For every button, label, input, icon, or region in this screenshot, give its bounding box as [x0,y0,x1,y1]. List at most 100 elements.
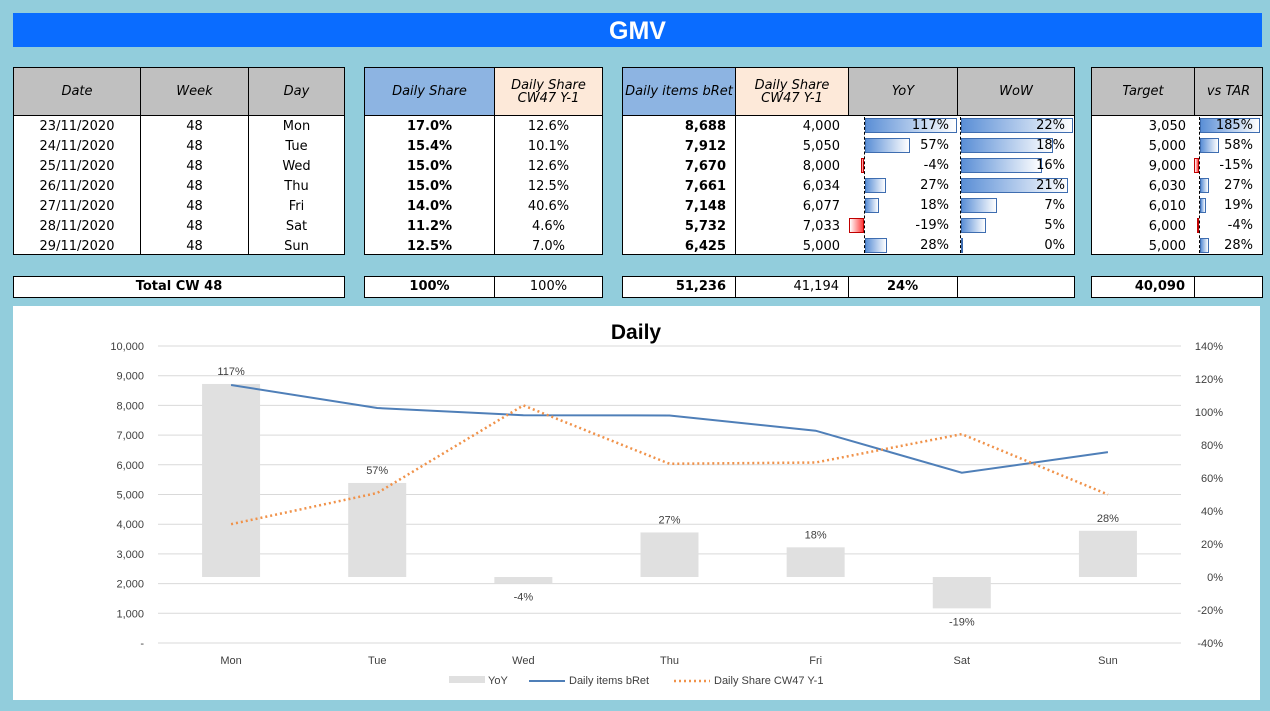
table-cell: 5,000 [1148,239,1186,254]
table-cell: Sat [285,219,308,234]
header-week: Week [141,68,249,116]
table-cell: 4.6% [531,219,566,234]
data-bar-cell: 0% [958,236,1074,256]
data-bar-cell: 185% [1195,116,1262,136]
total-vs-tar [1195,277,1262,297]
category-label: Mon [220,655,241,667]
yoy-bar [786,547,845,577]
data-bar-cell: 5% [958,216,1074,236]
right-tick-label: 60% [1201,473,1223,485]
yoy-bar [494,577,553,584]
data-bar-cell: 27% [1195,176,1262,196]
table-cell: 48 [186,199,203,214]
table-cell: 15.0% [406,179,453,194]
data-bar-cell: 7% [958,196,1074,216]
right-tick-label: -20% [1197,605,1223,617]
yoy-bar [348,482,407,577]
yoy-bar-label: -4% [514,592,534,604]
data-bar-cell: 27% [849,176,958,196]
positive-data-bar [961,238,963,253]
right-tick-label: 140% [1195,341,1223,353]
right-tick-label: 0% [1207,572,1223,584]
data-bar-value: 5% [1044,218,1065,233]
data-bar-value: 58% [1224,138,1253,153]
right-tick-label: 20% [1201,539,1223,551]
right-tick-label: 100% [1195,407,1223,419]
data-bar-value: 27% [1224,178,1253,193]
table-cell: 10.1% [527,139,570,154]
data-bar-cell: 28% [849,236,958,256]
header-line-2: CW47 Y-1 [517,90,580,106]
header-target: Target [1092,68,1195,116]
left-tick-label: 6,000 [116,460,144,472]
daily-chart-svg: Daily 117% 57% -4% 27% 18% -19% 28% 10,000 9,00… [110,321,1223,687]
positive-data-bar [961,198,997,213]
table-cell: 12.6% [527,119,570,134]
positive-data-bar [1200,198,1207,213]
left-tick-label: 10,000 [110,341,144,353]
data-bar-cell: 22% [958,116,1074,136]
col-yoy: 117% 57% -4% 27% 18% -19% 28% [849,116,958,254]
data-bar-cell: -4% [1195,216,1262,236]
table-cell: 48 [186,139,203,154]
data-bar-cell: 57% [849,136,958,156]
table-cell: 15.4% [406,139,453,154]
data-bar-cell: 28% [1195,236,1262,256]
col-wow: 22% 18% 16% 21% 7% 5% 0% [958,116,1074,254]
yoy-bar [640,532,699,577]
table-cell: 4,000 [802,119,840,134]
total-row-share: 100% 100% [364,276,603,298]
table-cell: 12.5% [406,239,453,254]
table-cell: Fri [288,199,305,214]
header-daily-items: Daily items bRet [623,68,736,116]
table-cell: 5,732 [684,219,726,234]
category-label: Fri [809,655,822,667]
date-table: Date Week Day 23/11/2020 24/11/2020 25/11/… [13,67,345,255]
legend-items-label: Daily items bRet [569,675,649,687]
left-tick-label: 5,000 [116,490,144,502]
col-items-py: 4,000 5,050 8,000 6,034 6,077 7,033 5,000 [736,116,849,254]
table-cell: 6,425 [684,239,726,254]
table-cell: 48 [186,219,203,234]
table-cell: 5,000 [1148,139,1186,154]
header-line-1: Daily Share [754,77,830,93]
left-tick-label: 4,000 [116,519,144,531]
header-daily-share: Daily Share [365,68,495,116]
data-bar-cell: -15% [1194,156,1262,176]
yoy-bar-label: 57% [366,465,388,477]
data-bar-cell: 16% [958,156,1074,176]
header-day: Day [249,68,344,116]
data-bar-value: 7% [1044,198,1065,213]
data-bar-value: 0% [1044,238,1065,253]
table-cell: 7.0% [531,239,566,254]
col-date: 23/11/2020 24/11/2020 25/11/2020 26/11/2020… [14,116,141,254]
data-bar-value: 27% [920,178,949,193]
table-cell: 6,000 [1148,219,1186,234]
table-cell: 17.0% [406,119,453,134]
table-cell: 6,034 [802,179,840,194]
table-cell: 11.2% [406,219,453,234]
data-bar-value: -15% [1219,158,1253,173]
positive-data-bar [865,178,887,193]
page-title: GMV [13,13,1262,47]
header-daily-share-cw47: Daily Share CW47 Y-1 [495,68,602,116]
total-yoy: 24% [849,277,958,297]
total-items-py: 41,194 [736,277,849,297]
table-cell: Thu [284,179,309,194]
data-bar-value: 16% [1036,158,1065,173]
table-cell: 7,033 [802,219,840,234]
table-cell: 12.5% [527,179,570,194]
left-tick-label: 2,000 [116,579,144,591]
data-bar-value: 22% [1036,118,1065,133]
table-cell: 48 [186,179,203,194]
positive-data-bar [865,198,880,213]
data-bar-value: -19% [915,218,949,233]
table-cell: 27/11/2020 [39,199,115,214]
category-label: Sun [1098,655,1118,667]
data-bar-value: 117% [911,118,949,133]
table-cell: 7,148 [684,199,726,214]
total-share: 100% [365,277,495,297]
data-bar-value: 18% [920,198,949,213]
table-cell: 5,000 [802,239,840,254]
data-bar-value: 21% [1036,178,1065,193]
